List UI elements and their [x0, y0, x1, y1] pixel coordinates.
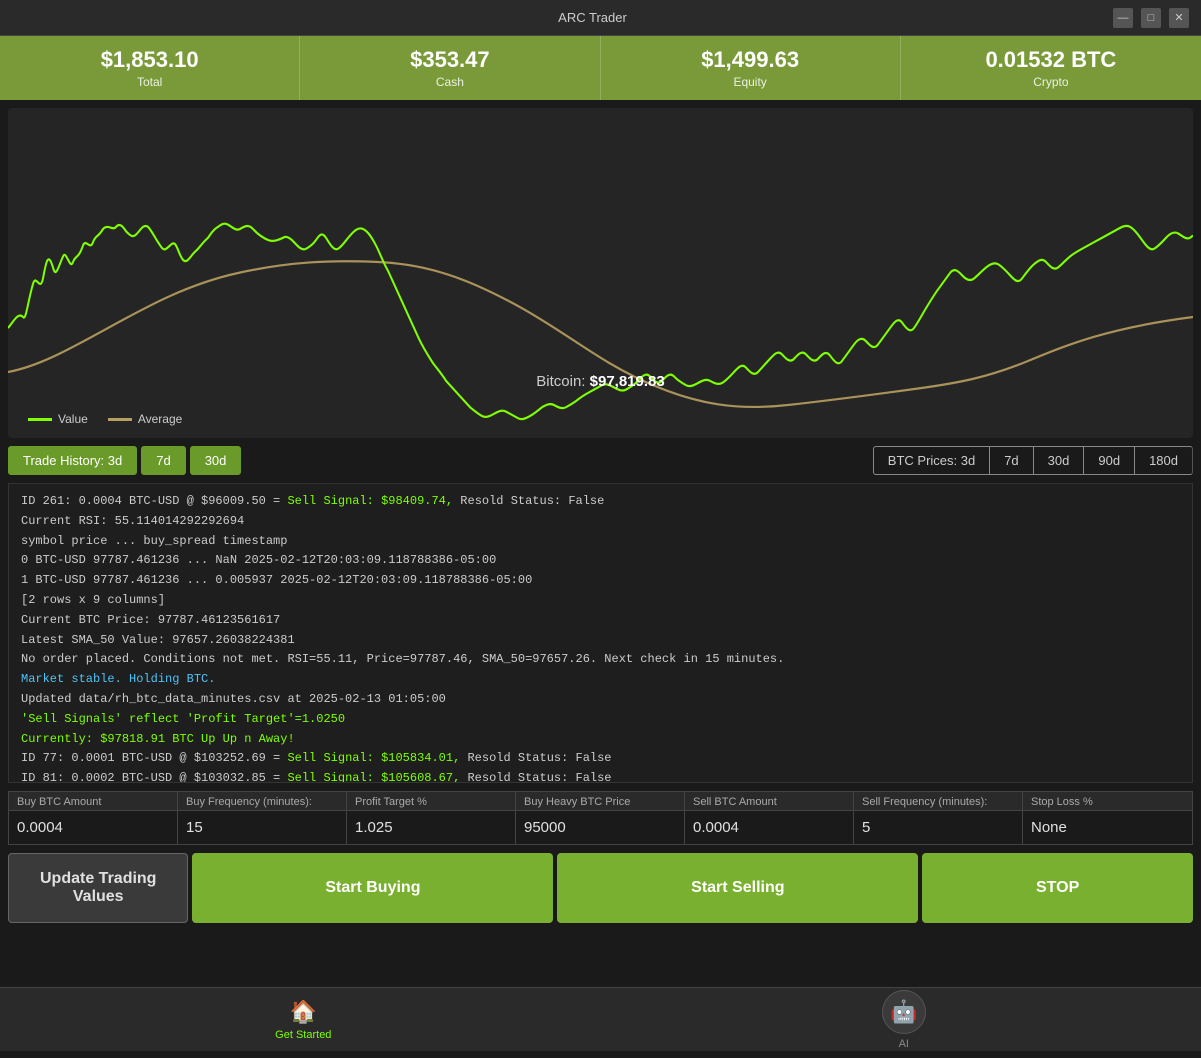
ai-circle: 🤖 [882, 990, 926, 1034]
close-button[interactable]: ✕ [1169, 8, 1189, 28]
btc-30d-button[interactable]: 30d [1033, 446, 1084, 475]
buy-freq-label: Buy Frequency (minutes): [178, 792, 346, 811]
stop-loss-group: Stop Loss % [1023, 792, 1192, 844]
buy-btc-amount-label: Buy BTC Amount [9, 792, 177, 811]
stop-loss-input[interactable] [1023, 811, 1192, 844]
buy-heavy-input[interactable] [516, 811, 684, 844]
profit-target-input[interactable] [347, 811, 515, 844]
log-line: ID 77: 0.0001 BTC-USD @ $103252.69 = Sel… [21, 749, 1180, 769]
log-area[interactable]: ID 261: 0.0004 BTC-USD @ $96009.50 = Sel… [8, 483, 1193, 783]
log-line: Currently: $97818.91 BTC Up Up n Away! [21, 730, 1180, 750]
stop-button[interactable]: STOP [922, 853, 1193, 923]
sell-freq-group: Sell Frequency (minutes): [854, 792, 1023, 844]
home-icon: 🏠 [290, 999, 317, 1025]
btc-7d-button[interactable]: 7d [989, 446, 1032, 475]
stop-loss-label: Stop Loss % [1023, 792, 1192, 811]
cash-label: Cash [436, 75, 464, 89]
bottom-nav: 🏠 Get Started 🤖 AI [0, 987, 1201, 1051]
home-label: Get Started [275, 1029, 331, 1041]
log-line: 0 BTC-USD 97787.461236 ... NaN 2025-02-1… [21, 551, 1180, 571]
equity-label: Equity [733, 75, 766, 89]
log-line: Current BTC Price: 97787.46123561617 [21, 611, 1180, 631]
legend-average-bar [108, 418, 132, 421]
title-bar: ARC Trader — □ ✕ [0, 0, 1201, 36]
log-line: ID 81: 0.0002 BTC-USD @ $103032.85 = Sel… [21, 769, 1180, 783]
log-line: Latest SMA_50 Value: 97657.26038224381 [21, 631, 1180, 651]
log-line: [2 rows x 9 columns] [21, 591, 1180, 611]
profit-target-label: Profit Target % [347, 792, 515, 811]
sell-freq-label: Sell Frequency (minutes): [854, 792, 1022, 811]
log-line: Current RSI: 55.114014292292694 [21, 512, 1180, 532]
btc-3d-button[interactable]: BTC Prices: 3d [873, 446, 989, 475]
buy-btc-amount-input[interactable] [9, 811, 177, 844]
bitcoin-label: Bitcoin: [536, 373, 585, 390]
chart-price-label: Bitcoin: $97,819.83 [536, 373, 664, 390]
period-buttons: Trade History: 3d 7d 30d BTC Prices: 3d … [0, 446, 1201, 483]
total-value: $1,853.10 [101, 47, 199, 73]
ai-icon: 🤖 [890, 999, 917, 1025]
btc-90d-button[interactable]: 90d [1083, 446, 1134, 475]
log-line: Updated data/rh_btc_data_minutes.csv at … [21, 690, 1180, 710]
equity-value: $1,499.63 [701, 47, 799, 73]
bitcoin-price: $97,819.83 [590, 373, 665, 390]
nav-home[interactable]: 🏠 Get Started [255, 991, 351, 1049]
buy-heavy-label: Buy Heavy BTC Price [516, 792, 684, 811]
buy-freq-input[interactable] [178, 811, 346, 844]
legend-value-bar [28, 418, 52, 421]
stat-total: $1,853.10 Total [0, 36, 300, 100]
total-label: Total [137, 75, 162, 89]
stat-crypto: 0.01532 BTC Crypto [901, 36, 1201, 100]
trading-inputs: Buy BTC Amount Buy Frequency (minutes): … [8, 791, 1193, 845]
log-line: 1 BTC-USD 97787.461236 ... 0.005937 2025… [21, 571, 1180, 591]
cash-value: $353.47 [410, 47, 490, 73]
log-line: No order placed. Conditions not met. RSI… [21, 650, 1180, 670]
start-selling-button[interactable]: Start Selling [557, 853, 918, 923]
log-line: 'Sell Signals' reflect 'Profit Target'=1… [21, 710, 1180, 730]
ai-label: AI [899, 1038, 909, 1050]
sell-btc-group: Sell BTC Amount [685, 792, 854, 844]
trade-7d-button[interactable]: 7d [141, 446, 185, 475]
buy-heavy-group: Buy Heavy BTC Price [516, 792, 685, 844]
legend-average-item: Average [108, 412, 182, 426]
stat-cash: $353.47 Cash [300, 36, 600, 100]
crypto-value: 0.01532 BTC [985, 47, 1116, 73]
stats-header: $1,853.10 Total $353.47 Cash $1,499.63 E… [0, 36, 1201, 100]
nav-ai[interactable]: 🤖 AI [862, 982, 946, 1058]
update-button[interactable]: Update Trading Values [8, 853, 188, 923]
btc-period-group: BTC Prices: 3d 7d 30d 90d 180d [873, 446, 1193, 475]
chart-legend: Value Average [28, 412, 182, 426]
legend-value-item: Value [28, 412, 88, 426]
legend-average-label: Average [138, 412, 182, 426]
minimize-button[interactable]: — [1113, 8, 1133, 28]
sell-btc-label: Sell BTC Amount [685, 792, 853, 811]
log-line: symbol price ... buy_spread timestamp [21, 532, 1180, 552]
start-buying-button[interactable]: Start Buying [192, 853, 553, 923]
sell-btc-input[interactable] [685, 811, 853, 844]
action-buttons: Update Trading Values Start Buying Start… [8, 853, 1193, 923]
profit-target-group: Profit Target % [347, 792, 516, 844]
legend-value-label: Value [58, 412, 88, 426]
trade-30d-button[interactable]: 30d [190, 446, 242, 475]
log-line: ID 261: 0.0004 BTC-USD @ $96009.50 = Sel… [21, 492, 1180, 512]
crypto-label: Crypto [1033, 75, 1068, 89]
stat-equity: $1,499.63 Equity [601, 36, 901, 100]
buy-freq-group: Buy Frequency (minutes): [178, 792, 347, 844]
btc-180d-button[interactable]: 180d [1134, 446, 1193, 475]
sell-freq-input[interactable] [854, 811, 1022, 844]
buy-btc-amount-group: Buy BTC Amount [9, 792, 178, 844]
window-title: ARC Trader [72, 10, 1113, 25]
chart-container: Bitcoin: $97,819.83 Value Average [8, 108, 1193, 438]
trade-3d-button[interactable]: Trade History: 3d [8, 446, 137, 475]
log-line: Market stable. Holding BTC. [21, 670, 1180, 690]
maximize-button[interactable]: □ [1141, 8, 1161, 28]
window-controls: — □ ✕ [1113, 8, 1189, 28]
